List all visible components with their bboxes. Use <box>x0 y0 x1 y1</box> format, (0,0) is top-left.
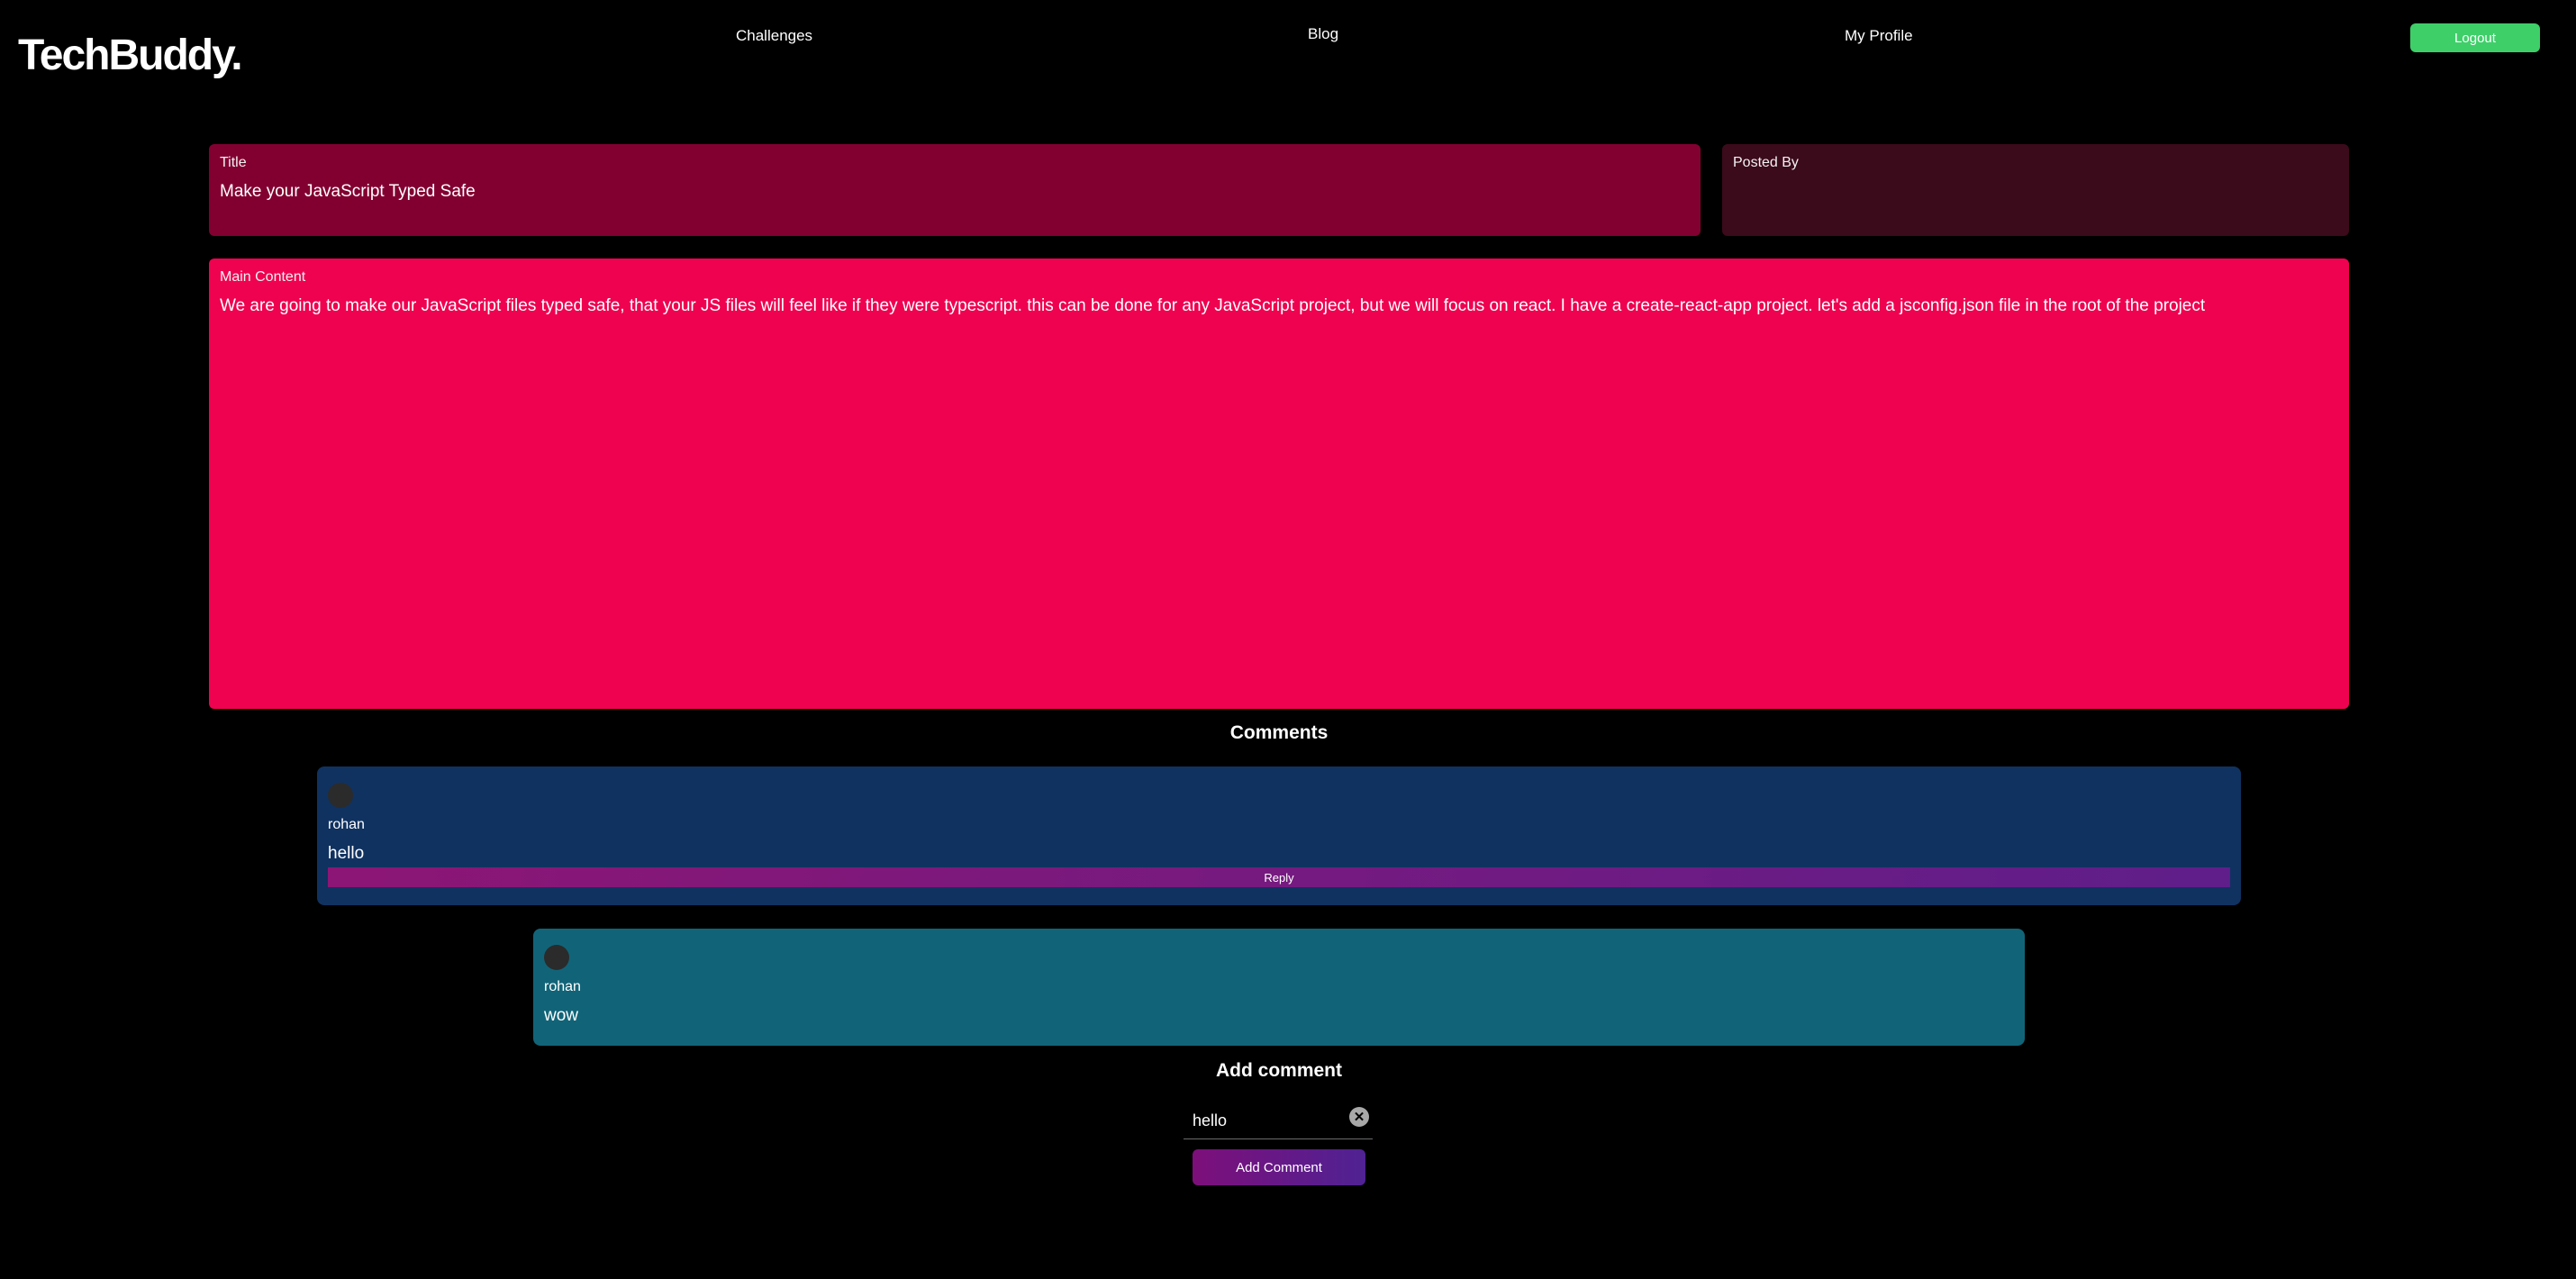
main-content-label: Main Content <box>220 269 306 285</box>
avatar <box>544 945 569 970</box>
avatar <box>328 783 353 808</box>
comment-author: rohan <box>328 817 365 832</box>
post-title-field: Title Make your JavaScript Typed Safe <box>209 144 1701 236</box>
main-content-field: Main Content We are going to make our Ja… <box>209 259 2349 709</box>
main-content-text: We are going to make our JavaScript file… <box>220 296 2206 315</box>
reply-comment-card: rohan wow <box>533 929 2025 1046</box>
clear-icon[interactable]: ✕ <box>1349 1107 1369 1127</box>
comment-author: rohan <box>544 979 581 994</box>
reply-button[interactable]: Reply <box>328 867 2230 887</box>
posted-by-label: Posted By <box>1733 155 1799 170</box>
brand-logo: TechBuddy. <box>18 32 243 79</box>
comment-text: wow <box>544 1006 579 1025</box>
posted-by-field: Posted By <box>1722 144 2349 236</box>
comments-heading: Comments <box>1229 722 1329 743</box>
post-title-value: Make your JavaScript Typed Safe <box>220 182 476 201</box>
comment-text: hello <box>328 844 365 863</box>
add-comment-heading: Add comment <box>1215 1060 1342 1081</box>
comment-input-wrapper: ✕ <box>1184 1100 1373 1139</box>
nav-link-challenges[interactable]: Challenges <box>736 27 812 45</box>
comment-input[interactable] <box>1191 1107 1335 1134</box>
add-comment-button[interactable]: Add Comment <box>1193 1149 1365 1185</box>
logout-button[interactable]: Logout <box>2410 23 2540 52</box>
post-title-label: Title <box>220 155 247 170</box>
comment-card: rohan hello Reply <box>317 766 2241 905</box>
nav-link-blog[interactable]: Blog <box>1308 25 1338 43</box>
nav-link-my-profile[interactable]: My Profile <box>1845 27 1913 45</box>
